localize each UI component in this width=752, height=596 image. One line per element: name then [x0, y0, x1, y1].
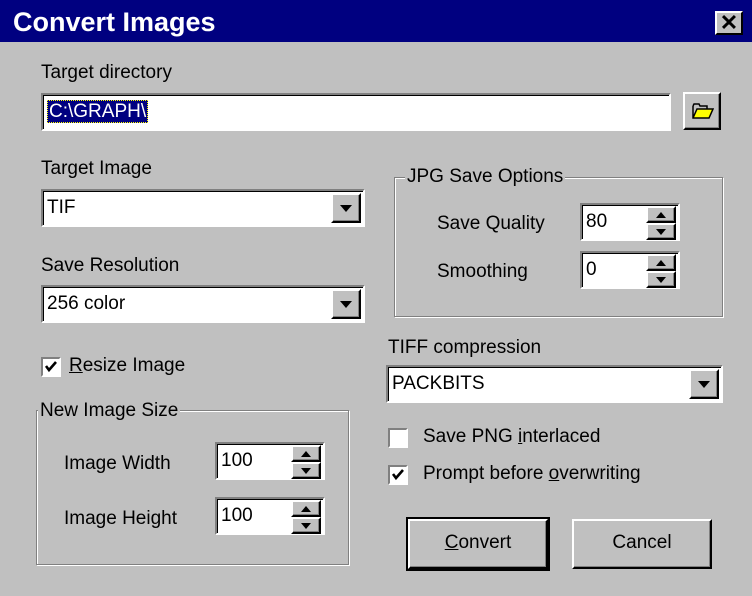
- spin-down-icon: [656, 276, 666, 283]
- image-height-label: Image Height: [64, 508, 178, 529]
- target-image-dropdown-button[interactable]: [331, 193, 361, 223]
- checkmark-icon: [44, 361, 57, 373]
- title-bar[interactable]: Convert Images ✕: [0, 0, 752, 42]
- spin-up-icon: [656, 259, 666, 266]
- folder-icon: [692, 103, 714, 119]
- tiff-compression-dropdown-button[interactable]: [689, 369, 719, 399]
- window-title: Convert Images: [13, 7, 216, 37]
- tiff-compression-label: TIFF compression: [388, 337, 542, 358]
- prompt-overwrite-checkbox[interactable]: [388, 465, 408, 485]
- spin-down-icon: [301, 522, 311, 529]
- spin-up-icon: [301, 450, 311, 457]
- cancel-button[interactable]: Cancel: [572, 519, 712, 569]
- spin-down-button[interactable]: [646, 223, 676, 240]
- spin-down-button[interactable]: [291, 517, 321, 534]
- save-quality-spinner[interactable]: [646, 206, 676, 240]
- prompt-overwrite-label[interactable]: Prompt before overwriting: [423, 463, 641, 485]
- target-image-label: Target Image: [41, 158, 152, 179]
- close-button[interactable]: ✕: [715, 10, 743, 35]
- target-directory-value: C:\GRAPH\: [47, 100, 149, 123]
- chevron-down-icon: [340, 301, 352, 308]
- close-icon: ✕: [719, 10, 739, 35]
- spin-up-button[interactable]: [291, 500, 321, 517]
- image-width-value: 100: [221, 450, 253, 471]
- jpg-save-options-title: JPG Save Options: [405, 166, 566, 188]
- tiff-compression-select[interactable]: PACKBITS: [386, 365, 723, 403]
- chevron-down-icon: [698, 381, 710, 388]
- image-height-value: 100: [221, 505, 253, 526]
- convert-button-label: Convert: [444, 532, 512, 553]
- save-resolution-value: 256 color: [47, 293, 126, 314]
- new-image-size-group: [36, 410, 349, 565]
- smoothing-value: 0: [586, 259, 597, 280]
- spin-up-button[interactable]: [646, 254, 676, 271]
- spin-down-button[interactable]: [291, 462, 321, 479]
- png-interlaced-label[interactable]: Save PNG interlaced: [423, 426, 600, 448]
- save-quality-value: 80: [586, 211, 608, 232]
- spin-down-button[interactable]: [646, 271, 676, 288]
- save-quality-label: Save Quality: [437, 213, 545, 234]
- smoothing-input[interactable]: 0: [580, 251, 680, 289]
- resize-image-label[interactable]: Resize Image: [69, 355, 185, 377]
- browse-button[interactable]: [683, 92, 721, 130]
- image-width-input[interactable]: 100: [215, 442, 325, 480]
- convert-images-dialog: Convert Images ✕ Target directory C:\GRA…: [0, 0, 752, 596]
- spin-up-button[interactable]: [291, 445, 321, 462]
- save-resolution-select[interactable]: 256 color: [41, 285, 365, 323]
- resize-image-checkbox[interactable]: [41, 357, 61, 377]
- checkmark-icon: [391, 469, 404, 481]
- spin-up-icon: [301, 505, 311, 512]
- save-resolution-dropdown-button[interactable]: [331, 289, 361, 319]
- save-resolution-label: Save Resolution: [41, 255, 180, 276]
- tiff-compression-value: PACKBITS: [392, 373, 485, 394]
- image-height-input[interactable]: 100: [215, 497, 325, 535]
- spin-down-icon: [656, 228, 666, 235]
- jpg-save-options-group: [394, 177, 723, 317]
- smoothing-label: Smoothing: [437, 261, 528, 282]
- image-height-spinner[interactable]: [291, 500, 321, 534]
- target-image-value: TIF: [47, 197, 76, 218]
- image-width-label: Image Width: [64, 453, 171, 474]
- target-image-select[interactable]: TIF: [41, 189, 365, 227]
- spin-up-icon: [656, 211, 666, 218]
- save-quality-input[interactable]: 80: [580, 203, 680, 241]
- new-image-size-title: New Image Size: [38, 400, 181, 422]
- target-directory-label: Target directory: [41, 62, 172, 83]
- spin-up-button[interactable]: [646, 206, 676, 223]
- image-width-spinner[interactable]: [291, 445, 321, 479]
- cancel-button-label: Cancel: [612, 532, 672, 553]
- png-interlaced-checkbox[interactable]: [388, 428, 408, 448]
- target-directory-input[interactable]: C:\GRAPH\: [41, 93, 671, 131]
- convert-button[interactable]: Convert: [406, 517, 550, 571]
- smoothing-spinner[interactable]: [646, 254, 676, 288]
- chevron-down-icon: [340, 205, 352, 212]
- spin-down-icon: [301, 467, 311, 474]
